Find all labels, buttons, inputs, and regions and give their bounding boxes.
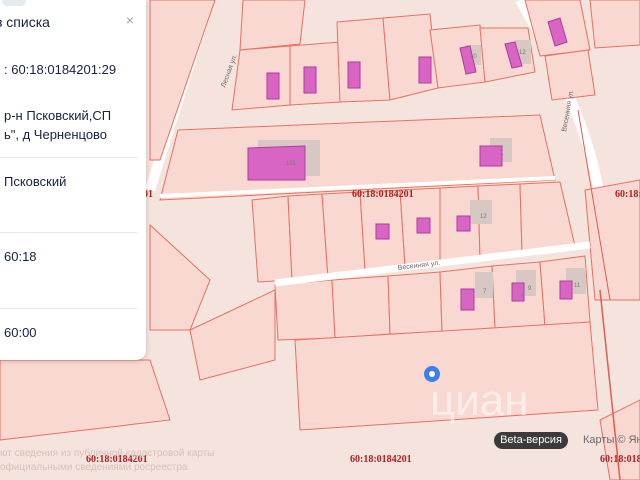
cian-watermark: циан	[430, 376, 529, 425]
divider	[0, 308, 138, 309]
parcel-info-panel: з списка × : 60:18:0184201:29 р-н Псковс…	[0, 0, 146, 360]
address-line: р-н Псковский,СП	[4, 108, 112, 123]
parcel-number: 12	[519, 50, 526, 56]
parcel-number: 11	[574, 283, 581, 289]
map-disclaimer: официальными сведениями росреестра	[0, 462, 188, 473]
parcel-number: 10	[470, 54, 477, 60]
block-label: 60:18:0184201	[352, 189, 414, 200]
block-label: 60:18:0184201	[350, 454, 412, 465]
back-to-list-link[interactable]: з списка	[0, 14, 50, 30]
info-value: 60:18	[4, 249, 37, 264]
cadastral-number: : 60:18:0184201:29	[4, 62, 117, 77]
divider	[0, 157, 138, 158]
parcel-number: 101	[286, 161, 297, 167]
drag-handle[interactable]	[2, 0, 26, 6]
block-label: 60:18:0184201	[600, 454, 640, 465]
info-value: 60:00	[4, 325, 37, 340]
location-marker[interactable]	[424, 366, 440, 382]
parcel-number: 12	[480, 214, 487, 220]
beta-badge[interactable]: Beta-версия	[494, 432, 568, 449]
close-icon[interactable]: ×	[122, 12, 138, 28]
map-copyright[interactable]: Карты © Янд	[583, 434, 640, 446]
parcel-address: р-н Псковский,СП ь", д Черненцово	[4, 106, 146, 144]
divider	[0, 232, 138, 233]
district-value: Псковский	[4, 174, 67, 189]
map-disclaimer: ют сведения из публичной кадастровой кар…	[0, 448, 215, 459]
block-label: 60:18:0184201	[615, 189, 640, 200]
address-line: ь", д Черненцово	[4, 127, 108, 142]
